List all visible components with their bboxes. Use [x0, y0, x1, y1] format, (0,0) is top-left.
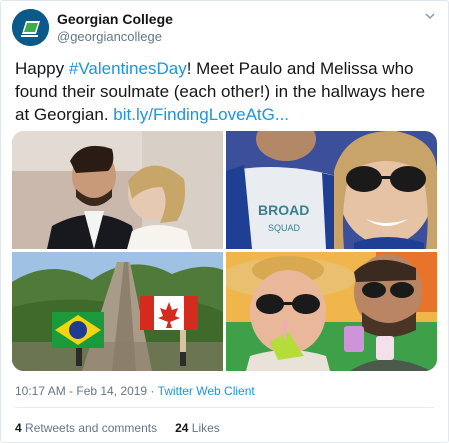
- tweet-stats: 4 Retweets and comments 24 Likes: [15, 421, 220, 436]
- tweet-time[interactable]: 10:17 AM: [15, 384, 66, 398]
- likes-label: Likes: [191, 421, 220, 435]
- author-name[interactable]: Georgian College: [57, 10, 173, 28]
- retweets-stat[interactable]: 4 Retweets and comments: [15, 421, 157, 435]
- tweet-date[interactable]: Feb 14, 2019: [76, 384, 147, 398]
- photo-couple-drinks[interactable]: [226, 252, 437, 371]
- svg-text:BROAD: BROAD: [258, 202, 309, 218]
- chevron-down-icon[interactable]: [424, 10, 436, 22]
- photo-couple-selfie[interactable]: BROAD SQUAD: [226, 131, 437, 249]
- retweets-count: 4: [15, 421, 22, 435]
- tweet-text-start: Happy: [15, 59, 69, 78]
- tweet-client-link[interactable]: Twitter Web Client: [158, 384, 255, 398]
- tweet-meta: 10:17 AM - Feb 14, 2019 · Twitter Web Cl…: [15, 384, 255, 398]
- tweet-card: Georgian College @georgiancollege Happy …: [0, 0, 449, 443]
- likes-stat[interactable]: 24 Likes: [175, 421, 220, 435]
- likes-count: 24: [175, 421, 189, 435]
- photo-great-wall-flags[interactable]: [12, 252, 223, 371]
- media-grid: BROAD SQUAD: [12, 131, 437, 371]
- tweet-text: Happy #ValentinesDay! Meet Paulo and Mel…: [15, 57, 435, 126]
- georgian-college-logo-icon[interactable]: [12, 9, 49, 46]
- meta-separator: ·: [150, 384, 155, 398]
- short-url-link[interactable]: bit.ly/FindingLoveAtG...: [113, 105, 289, 124]
- photo-couple-kiss[interactable]: [12, 131, 223, 249]
- svg-text:SQUAD: SQUAD: [268, 223, 301, 233]
- author-handle[interactable]: @georgiancollege: [57, 29, 162, 45]
- hashtag-link[interactable]: #ValentinesDay: [69, 59, 187, 78]
- divider: [15, 407, 434, 408]
- retweets-label: Retweets and comments: [25, 421, 158, 435]
